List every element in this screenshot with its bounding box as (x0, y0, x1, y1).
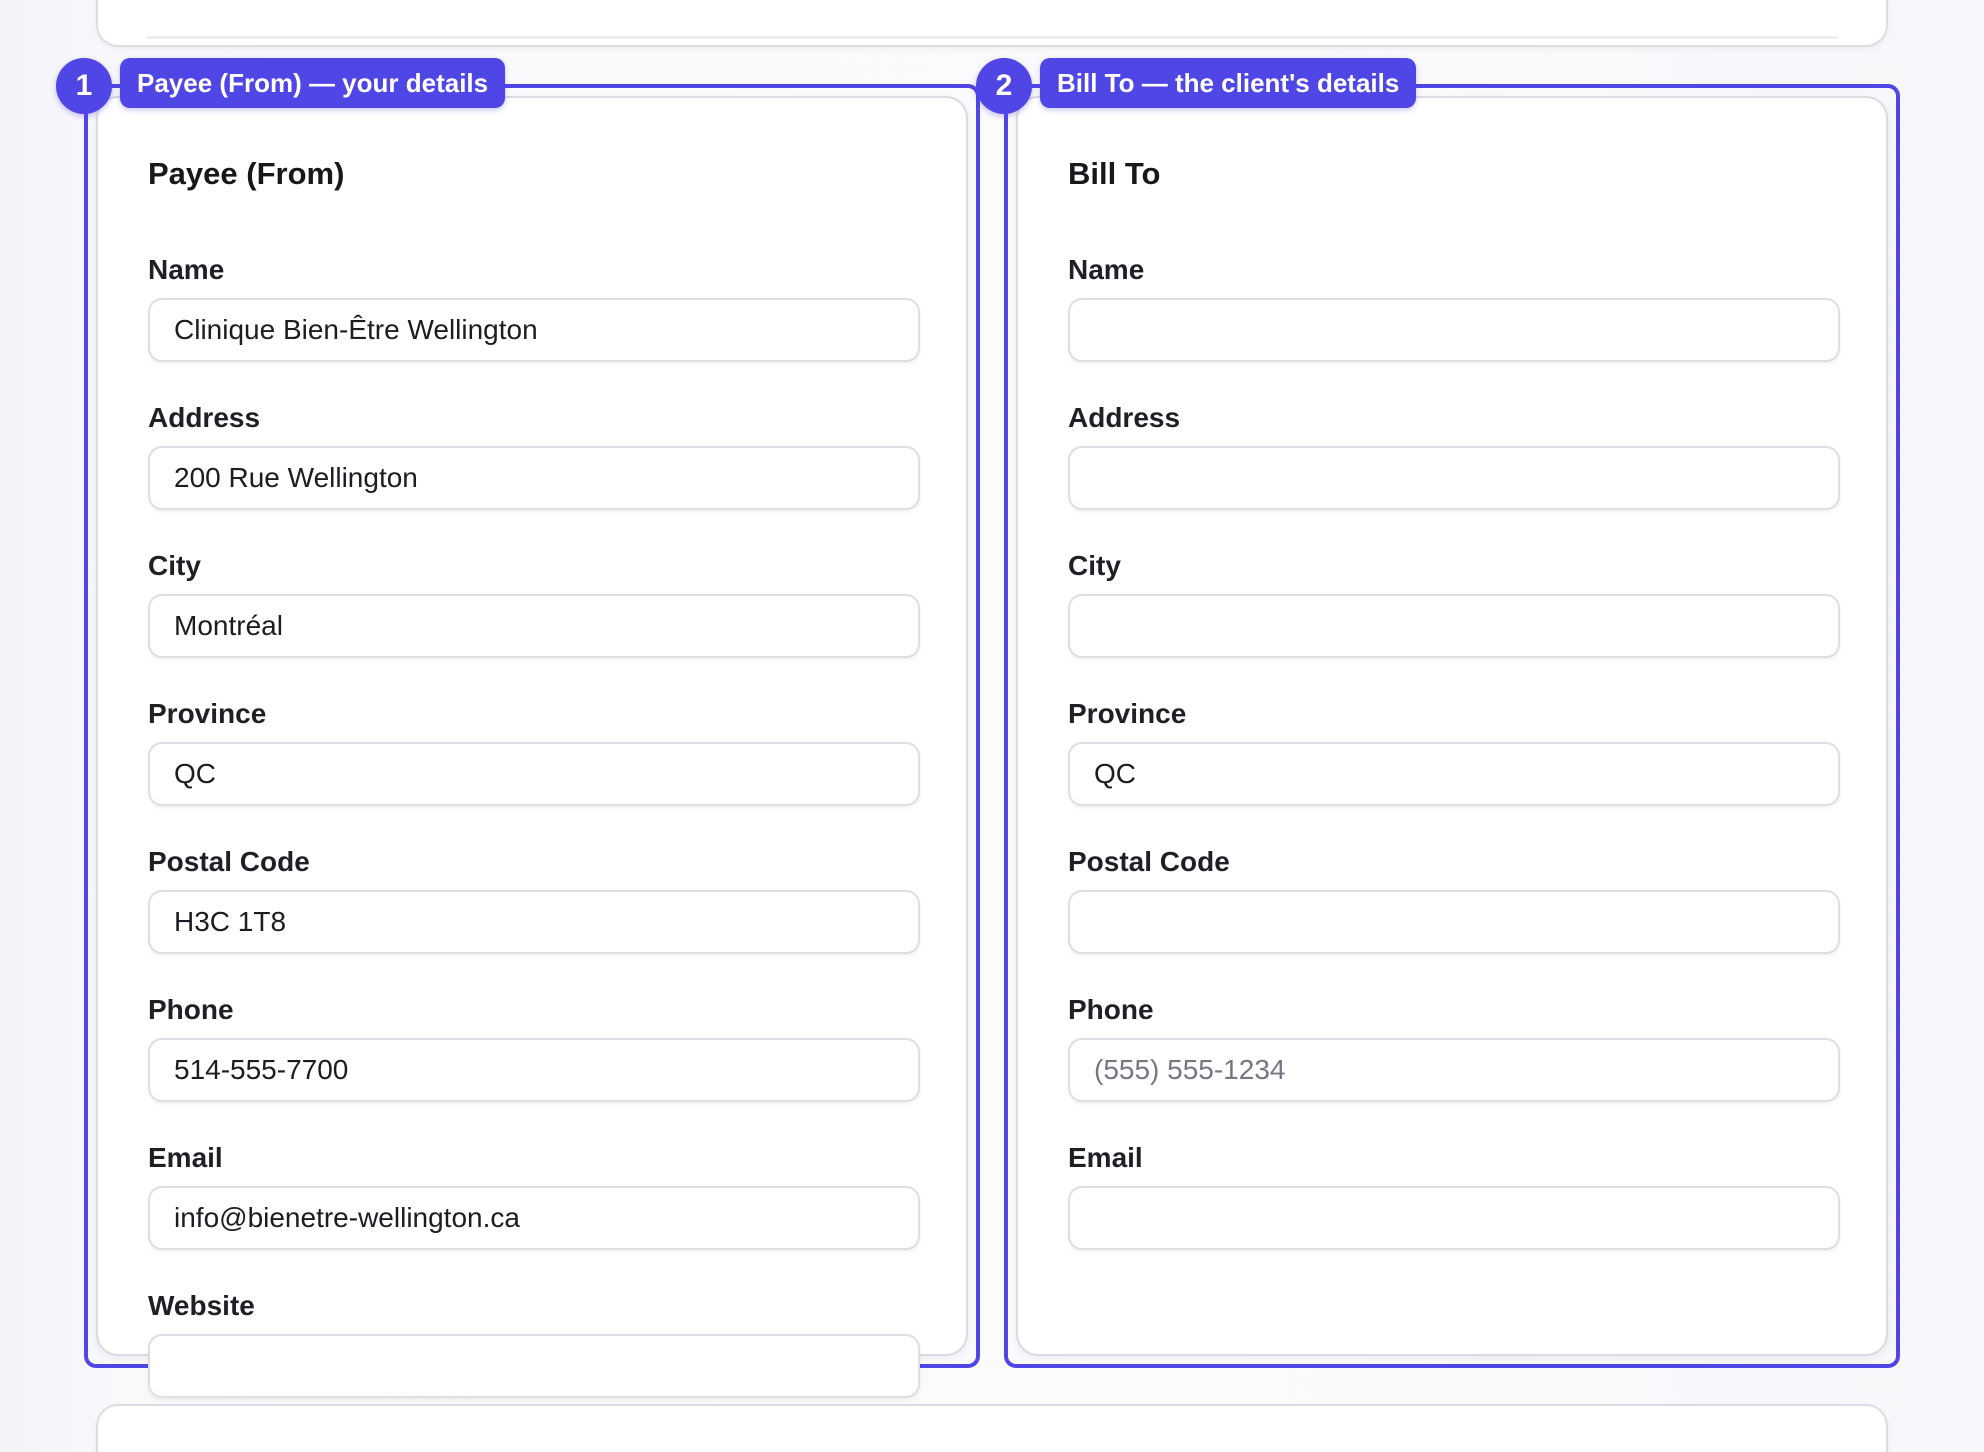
next-section-card (96, 1404, 1888, 1452)
payee-province-field: Province (148, 698, 920, 806)
payee-name-input[interactable] (148, 298, 920, 362)
payee-panel: Payee (From) Name Address City Province … (96, 96, 968, 1398)
bill-to-phone-label: Phone (1068, 994, 1154, 1025)
payee-city-input[interactable] (148, 594, 920, 658)
bill-to-phone-input[interactable] (1068, 1038, 1840, 1102)
payee-phone-input[interactable] (148, 1038, 920, 1102)
payee-phone-field: Phone (148, 994, 920, 1102)
payee-website-label: Website (148, 1290, 255, 1321)
step-2-label: Bill To — the client's details (1040, 58, 1417, 108)
bill-to-province-label: Province (1068, 698, 1187, 729)
payee-address-label: Address (148, 402, 261, 433)
payee-name-field: Name (148, 254, 920, 362)
payee-province-label: Province (148, 698, 267, 729)
step-1-label: Payee (From) — your details (120, 58, 506, 108)
bill-to-panel: Bill To Name Address City Province Posta… (1016, 96, 1888, 1356)
payee-postal-code-field: Postal Code (148, 846, 920, 954)
bill-to-email-input[interactable] (1068, 1186, 1840, 1250)
payee-province-input[interactable] (148, 742, 920, 806)
payee-phone-label: Phone (148, 994, 234, 1025)
payee-email-input[interactable] (148, 1186, 920, 1250)
bill-to-email-field: Email (1068, 1142, 1840, 1250)
bill-to-panel-title: Bill To (1068, 156, 1161, 191)
bill-to-province-input[interactable] (1068, 742, 1840, 806)
bill-to-city-input[interactable] (1068, 594, 1840, 658)
payee-address-field: Address (148, 402, 920, 510)
bill-to-phone-field: Phone (1068, 994, 1840, 1102)
payee-city-field: City (148, 550, 920, 658)
payee-postal-code-label: Postal Code (148, 846, 310, 877)
bill-to-postal-code-input[interactable] (1068, 890, 1840, 954)
bill-to-email-label: Email (1068, 1142, 1143, 1173)
bill-to-address-field: Address (1068, 402, 1840, 510)
bill-to-address-label: Address (1068, 402, 1181, 433)
payee-email-label: Email (148, 1142, 223, 1173)
payee-panel-title: Payee (From) (148, 156, 345, 191)
bill-to-name-field: Name (1068, 254, 1840, 362)
step-2-badge: 2 (976, 58, 1032, 114)
payee-email-field: Email (148, 1142, 920, 1250)
bill-to-postal-code-field: Postal Code (1068, 846, 1840, 954)
bill-to-city-field: City (1068, 550, 1840, 658)
bill-to-city-label: City (1068, 550, 1121, 581)
previous-section-card (96, 0, 1888, 47)
previous-section-divider (146, 36, 1838, 39)
step-1-badge: 1 (56, 58, 112, 114)
bill-to-name-label: Name (1068, 254, 1145, 285)
payee-name-label: Name (148, 254, 225, 285)
bill-to-province-field: Province (1068, 698, 1840, 806)
payee-website-input[interactable] (148, 1334, 920, 1398)
bill-to-name-input[interactable] (1068, 298, 1840, 362)
payee-website-field: Website (148, 1290, 920, 1398)
payee-city-label: City (148, 550, 201, 581)
payee-address-input[interactable] (148, 446, 920, 510)
payee-postal-code-input[interactable] (148, 890, 920, 954)
bill-to-postal-code-label: Postal Code (1068, 846, 1230, 877)
bill-to-address-input[interactable] (1068, 446, 1840, 510)
